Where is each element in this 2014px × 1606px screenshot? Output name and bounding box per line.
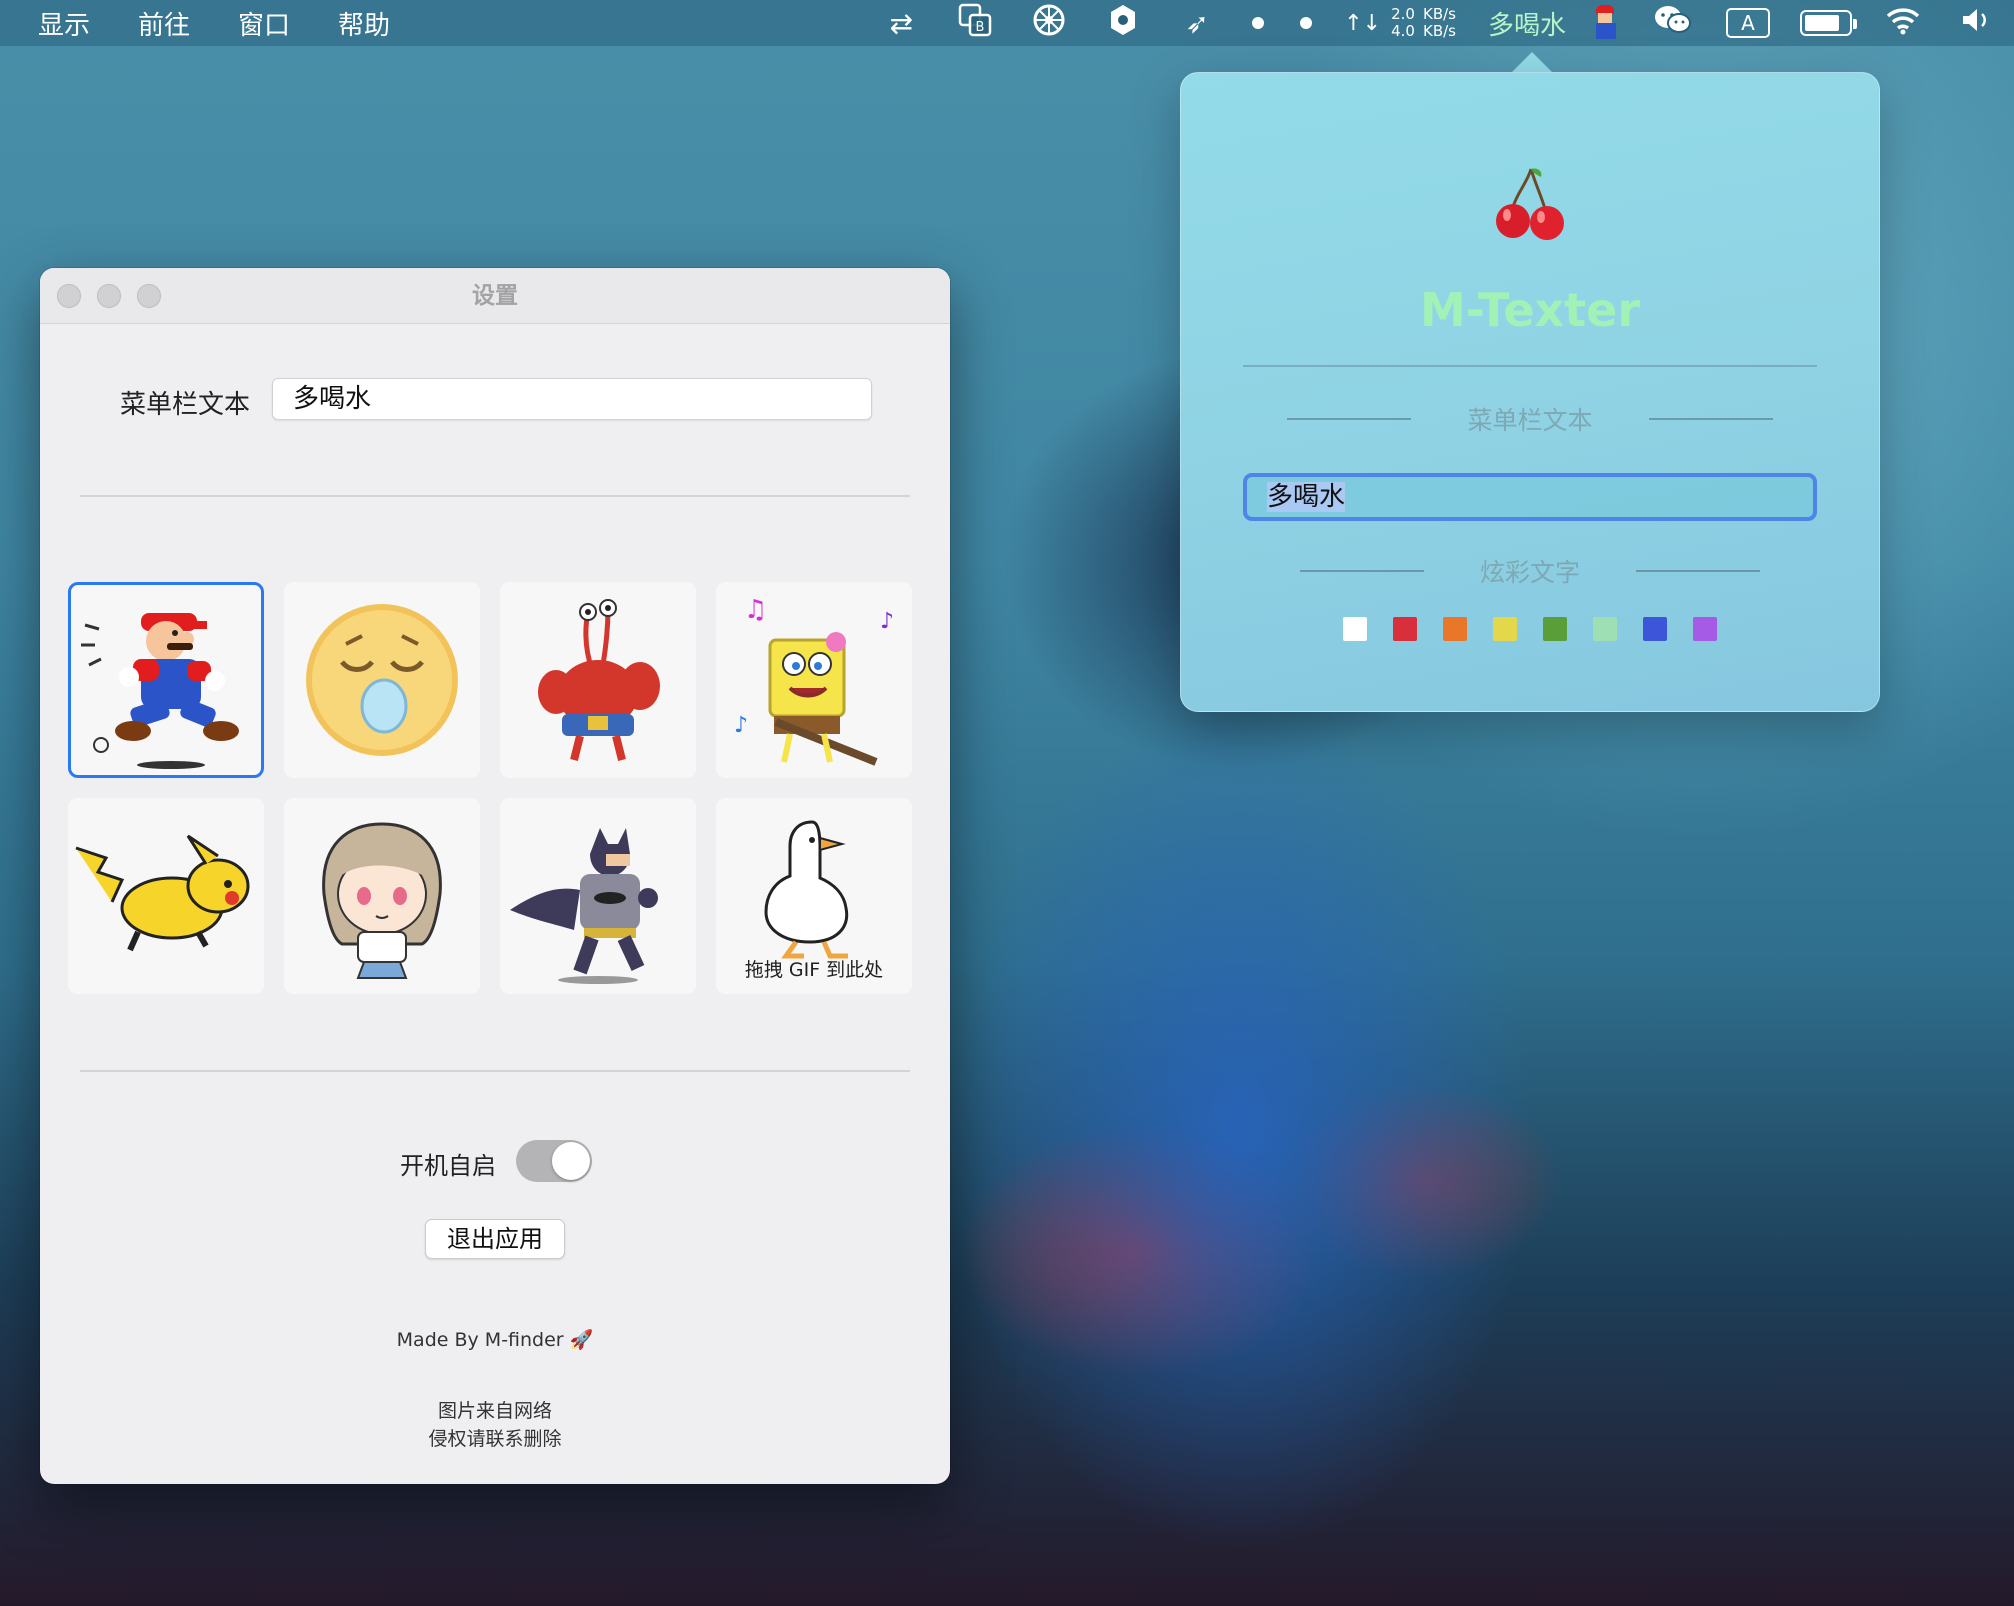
gif-option-yawn-emoji[interactable] [284,582,480,778]
settings-window: 设置 菜单栏文本 多喝水 ♫ ♪ ♪ 拖拽 GIF 到此处 开机自启 退出应用 … [40,268,950,1484]
menu-bar: 显示 前往 窗口 帮助 ⇄ B ➶ ↑↓ 2.0 4.0 KB/s KB/s 多… [0,0,2014,46]
translate-icon[interactable]: B [955,3,995,44]
menu-view[interactable]: 显示 [38,5,90,42]
drop-gif-hint: 拖拽 GIF 到此处 [744,959,884,981]
upload-speed: 2.0 [1391,5,1415,23]
wheel-icon[interactable] [1029,3,1069,44]
title-bar[interactable]: 设置 [40,268,950,324]
divider [80,495,910,497]
yawn-emoji-image [306,604,458,756]
credit-text: Made By M-finder 🚀 [40,1328,950,1351]
spongebob-image: ♫ ♪ ♪ [734,595,894,766]
volume-icon[interactable] [1957,5,1997,42]
popover-arrow [1510,52,1554,74]
batman-image [510,828,658,984]
menu-go[interactable]: 前往 [138,5,190,42]
status-items: ⇄ B ➶ ↑↓ 2.0 4.0 KB/s KB/s 多喝水 A [864,0,2014,46]
copyright-note: 侵权请联系删除 [428,1428,562,1450]
divider [1287,418,1412,420]
gif-option-batman[interactable] [500,798,696,994]
mario-gif-icon[interactable] [1590,3,1622,43]
color-swatch-5[interactable] [1593,617,1617,641]
pikachu-image [75,834,250,952]
section-header-text: 菜单栏文本 [1181,401,1879,437]
selected-text: 多喝水 [1267,482,1346,512]
divider [1648,418,1773,420]
rocket-icon: 🚀 [569,1329,594,1351]
network-speed[interactable]: ↑↓ 2.0 4.0 KB/s KB/s [1344,6,1464,40]
gif-option-anime-girl[interactable] [284,798,480,994]
section-label-text: 菜单栏文本 [1467,406,1593,435]
menu-window[interactable]: 窗口 [238,5,290,42]
menubar-custom-text[interactable]: 多喝水 [1488,5,1566,42]
divider [1243,365,1817,367]
upload-unit: KB/s [1422,5,1456,23]
swap-icon[interactable]: ⇄ [881,7,921,40]
credit-label: Made By M-finder [396,1329,564,1351]
gif-option-pikachu[interactable] [68,798,264,994]
menu-help[interactable]: 帮助 [338,5,390,42]
app-title: M-Texter [1419,283,1641,337]
color-swatches [1181,617,1879,641]
dot-icon[interactable] [1300,17,1313,29]
window-title: 设置 [472,283,518,309]
color-swatch-0[interactable] [1343,617,1367,641]
wechat-icon[interactable] [1653,3,1693,44]
hexagon-icon[interactable] [1103,3,1143,44]
menubar-text-label: 菜单栏文本 [120,390,251,420]
send-icon[interactable]: ➶ [1177,7,1217,40]
app-menus: 显示 前往 窗口 帮助 [38,5,438,42]
gif-option-mr-krabs[interactable] [500,582,696,778]
svg-text:♫: ♫ [744,595,767,625]
color-swatch-7[interactable] [1693,617,1717,641]
input-source-icon[interactable]: A [1726,8,1770,38]
gif-option-spongebob[interactable]: ♫ ♪ ♪ [716,582,912,778]
image-source-note: 图片来自网络 [437,1400,552,1422]
battery-icon[interactable] [1800,10,1857,36]
anime-girl-image [322,822,442,979]
dot-icon[interactable] [1252,17,1265,29]
svg-text:♪: ♪ [734,713,748,738]
toggle-knob [552,1142,590,1180]
divider [1636,570,1760,572]
svg-text:B: B [976,20,985,35]
divider [80,1070,910,1072]
autostart-toggle[interactable] [516,1140,592,1182]
mr-krabs-image [538,599,660,761]
divider [1299,570,1424,572]
color-swatch-2[interactable] [1443,617,1467,641]
color-swatch-3[interactable] [1493,617,1517,641]
gif-option-mario[interactable] [68,582,264,778]
menubar-text-input[interactable]: 多喝水 [1243,473,1817,521]
m-texter-popover: M-Texter 菜单栏文本 多喝水 炫彩文字 [1180,72,1880,712]
wifi-icon[interactable] [1883,5,1923,42]
section-header-color: 炫彩文字 [1181,553,1879,589]
color-swatch-4[interactable] [1543,617,1567,641]
mario-image [81,613,239,769]
download-unit: KB/s [1422,22,1456,40]
color-swatch-6[interactable] [1643,617,1667,641]
section-label-color: 炫彩文字 [1479,558,1580,587]
autostart-label: 开机自启 [400,1152,496,1180]
network-arrows-icon: ↑↓ [1344,10,1382,36]
color-swatch-1[interactable] [1393,617,1417,641]
gif-option-duck[interactable]: 拖拽 GIF 到此处 [716,798,912,994]
cherry-icon [1496,168,1564,240]
menubar-text-field[interactable]: 多喝水 [272,378,872,420]
download-speed: 4.0 [1391,22,1415,40]
svg-text:♪: ♪ [880,609,894,634]
quit-app-button[interactable]: 退出应用 [425,1219,565,1259]
